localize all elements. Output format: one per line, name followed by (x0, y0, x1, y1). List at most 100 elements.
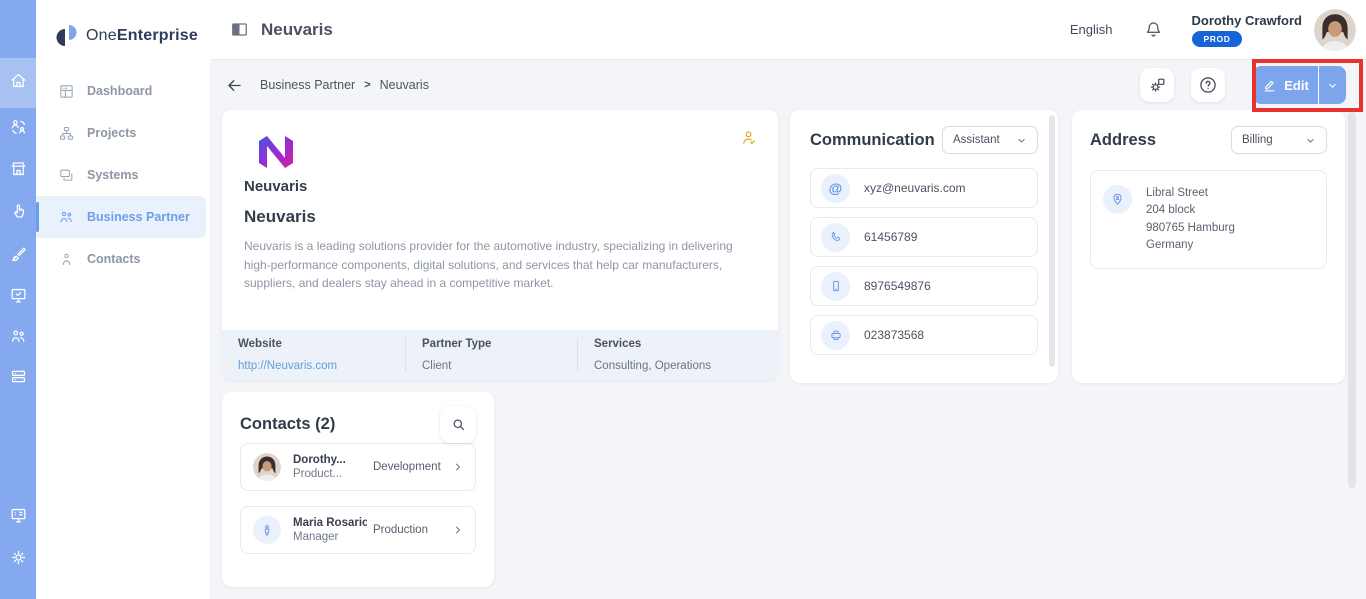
sidebar-item-contacts[interactable]: Contacts (36, 238, 210, 280)
user-menu[interactable]: Dorothy Crawford PROD (1192, 13, 1303, 47)
fact-value: Consulting, Operations (594, 360, 761, 372)
sidebar-nav: Dashboard Projects Systems Business Part… (36, 70, 210, 280)
business-partner-icon (58, 209, 75, 226)
contact-row-maria[interactable]: Maria Rosario... Manager Production (240, 506, 476, 554)
edit-dropdown-button[interactable] (1319, 66, 1346, 104)
location-pin-icon (1103, 185, 1132, 214)
contacts-header: Contacts (2) (240, 406, 476, 443)
address-line: Germany (1146, 237, 1235, 254)
contact-row-dorothy[interactable]: Dorothy... Product... Development (240, 443, 476, 491)
pencil-icon (1262, 78, 1277, 93)
mobile-icon (821, 272, 850, 301)
communication-item-mobile[interactable]: 8976549876 (810, 266, 1038, 306)
brand-logo[interactable]: OneEnterprise (36, 0, 210, 58)
chevron-down-icon (1016, 135, 1027, 146)
address-header: Address Billing (1090, 126, 1327, 154)
people-icon[interactable] (0, 318, 36, 354)
icon-rail (0, 0, 36, 599)
sidebar-item-projects[interactable]: Projects (36, 112, 210, 154)
contact-person-icon[interactable] (739, 128, 758, 152)
customer-sync-icon[interactable] (0, 108, 36, 144)
address-card: Address Billing Libral Street 204 block … (1072, 110, 1345, 383)
contact-name-role: Maria Rosario... Manager (293, 517, 367, 543)
partner-description: Neuvaris is a leading solutions provider… (244, 237, 744, 293)
address-lines: Libral Street 204 block 980765 Hamburg G… (1146, 185, 1235, 254)
partner-logo-caption: Neuvaris (244, 178, 307, 195)
contact-role: Product... (293, 468, 367, 480)
admin-settings-button[interactable] (1140, 68, 1174, 102)
edit-button[interactable]: Edit (1253, 66, 1318, 104)
help-button[interactable] (1191, 68, 1225, 102)
hand-click-icon[interactable] (0, 193, 36, 229)
monitor-apps-icon[interactable] (0, 497, 36, 533)
chevron-down-icon (1326, 79, 1339, 92)
chevron-right-icon (451, 460, 465, 474)
address-type-select[interactable]: Billing (1231, 126, 1327, 154)
fact-website: Website http://Neuvaris.com (222, 338, 405, 372)
notification-bell-icon[interactable] (1143, 19, 1164, 40)
contact-department: Development (373, 461, 451, 473)
breadcrumb-toolbar: Business Partner > Neuvaris Edit (210, 60, 1366, 110)
communication-filter-select[interactable]: Assistant (942, 126, 1038, 154)
sidebar-item-label: Projects (87, 126, 136, 140)
chevron-down-icon (1305, 135, 1316, 146)
contacts-search-button[interactable] (440, 406, 476, 443)
address-entry[interactable]: Libral Street 204 block 980765 Hamburg G… (1090, 170, 1327, 269)
communication-scrollbar[interactable] (1049, 115, 1055, 367)
toolbar-actions: Edit (1123, 66, 1356, 104)
fact-label: Services (594, 338, 761, 350)
sidebar: OneEnterprise Dashboard Projects Systems… (36, 0, 210, 599)
contacts-icon (58, 251, 75, 268)
user-avatar[interactable] (1314, 9, 1356, 51)
sidebar-item-dashboard[interactable]: Dashboard (36, 70, 210, 112)
selected-option: Assistant (953, 134, 1000, 146)
breadcrumb-parent[interactable]: Business Partner (260, 78, 355, 92)
monitor-check-icon[interactable] (0, 277, 36, 313)
server-icon[interactable] (0, 358, 36, 394)
storefront-icon[interactable] (0, 150, 36, 186)
fact-label: Partner Type (422, 338, 561, 350)
panel-toggle-icon[interactable] (230, 20, 249, 39)
communication-title: Communication (810, 131, 935, 150)
person-icon (253, 516, 281, 544)
top-header: Neuvaris English Dorothy Crawford PROD (210, 0, 1366, 60)
sidebar-item-business-partner[interactable]: Business Partner (36, 196, 206, 238)
one-enterprise-logo-icon (52, 21, 82, 51)
communication-item-email[interactable]: @ xyz@neuvaris.com (810, 168, 1038, 208)
back-arrow-icon[interactable] (225, 76, 244, 95)
contact-avatar (253, 453, 281, 481)
partner-overview-card: Neuvaris Neuvaris Neuvaris is a leading … (222, 110, 778, 380)
fact-partner-type: Partner Type Client (405, 338, 577, 372)
paint-brush-icon[interactable] (0, 236, 36, 272)
communication-value: 8976549876 (864, 279, 931, 293)
communication-card: Communication Assistant @ xyz@neuvaris.c… (790, 110, 1058, 383)
partner-facts-footer: Website http://Neuvaris.com Partner Type… (222, 330, 778, 380)
fax-icon (821, 321, 850, 350)
address-line: Libral Street (1146, 185, 1235, 202)
communication-value: 023873568 (864, 328, 924, 342)
header-right: English Dorothy Crawford PROD (1070, 9, 1356, 51)
language-selector[interactable]: English (1070, 22, 1113, 37)
communication-list: @ xyz@neuvaris.com 61456789 8976549876 (810, 168, 1038, 355)
contacts-card: Contacts (2) Dorothy... Product... Devel… (222, 392, 494, 587)
address-line: 980765 Hamburg (1146, 220, 1235, 237)
website-link[interactable]: http://Neuvaris.com (238, 360, 389, 372)
communication-header: Communication Assistant (810, 126, 1038, 154)
sidebar-item-label: Systems (87, 168, 138, 182)
gear-icon[interactable] (0, 539, 36, 575)
contacts-title: Contacts (2) (240, 415, 335, 434)
email-at-icon: @ (821, 174, 850, 203)
contact-department: Production (373, 524, 451, 536)
sidebar-item-systems[interactable]: Systems (36, 154, 210, 196)
fact-services: Services Consulting, Operations (577, 338, 777, 372)
fact-label: Website (238, 338, 389, 350)
brand-name: OneEnterprise (86, 27, 198, 45)
dashboard-icon (58, 83, 75, 100)
breadcrumb-separator: > (364, 79, 370, 91)
page-scrollbar[interactable] (1348, 112, 1356, 488)
app-window: OneEnterprise Dashboard Projects Systems… (0, 0, 1366, 599)
home-icon[interactable] (0, 62, 36, 98)
page-title: Neuvaris (261, 20, 333, 40)
communication-item-phone[interactable]: 61456789 (810, 217, 1038, 257)
communication-item-fax[interactable]: 023873568 (810, 315, 1038, 355)
